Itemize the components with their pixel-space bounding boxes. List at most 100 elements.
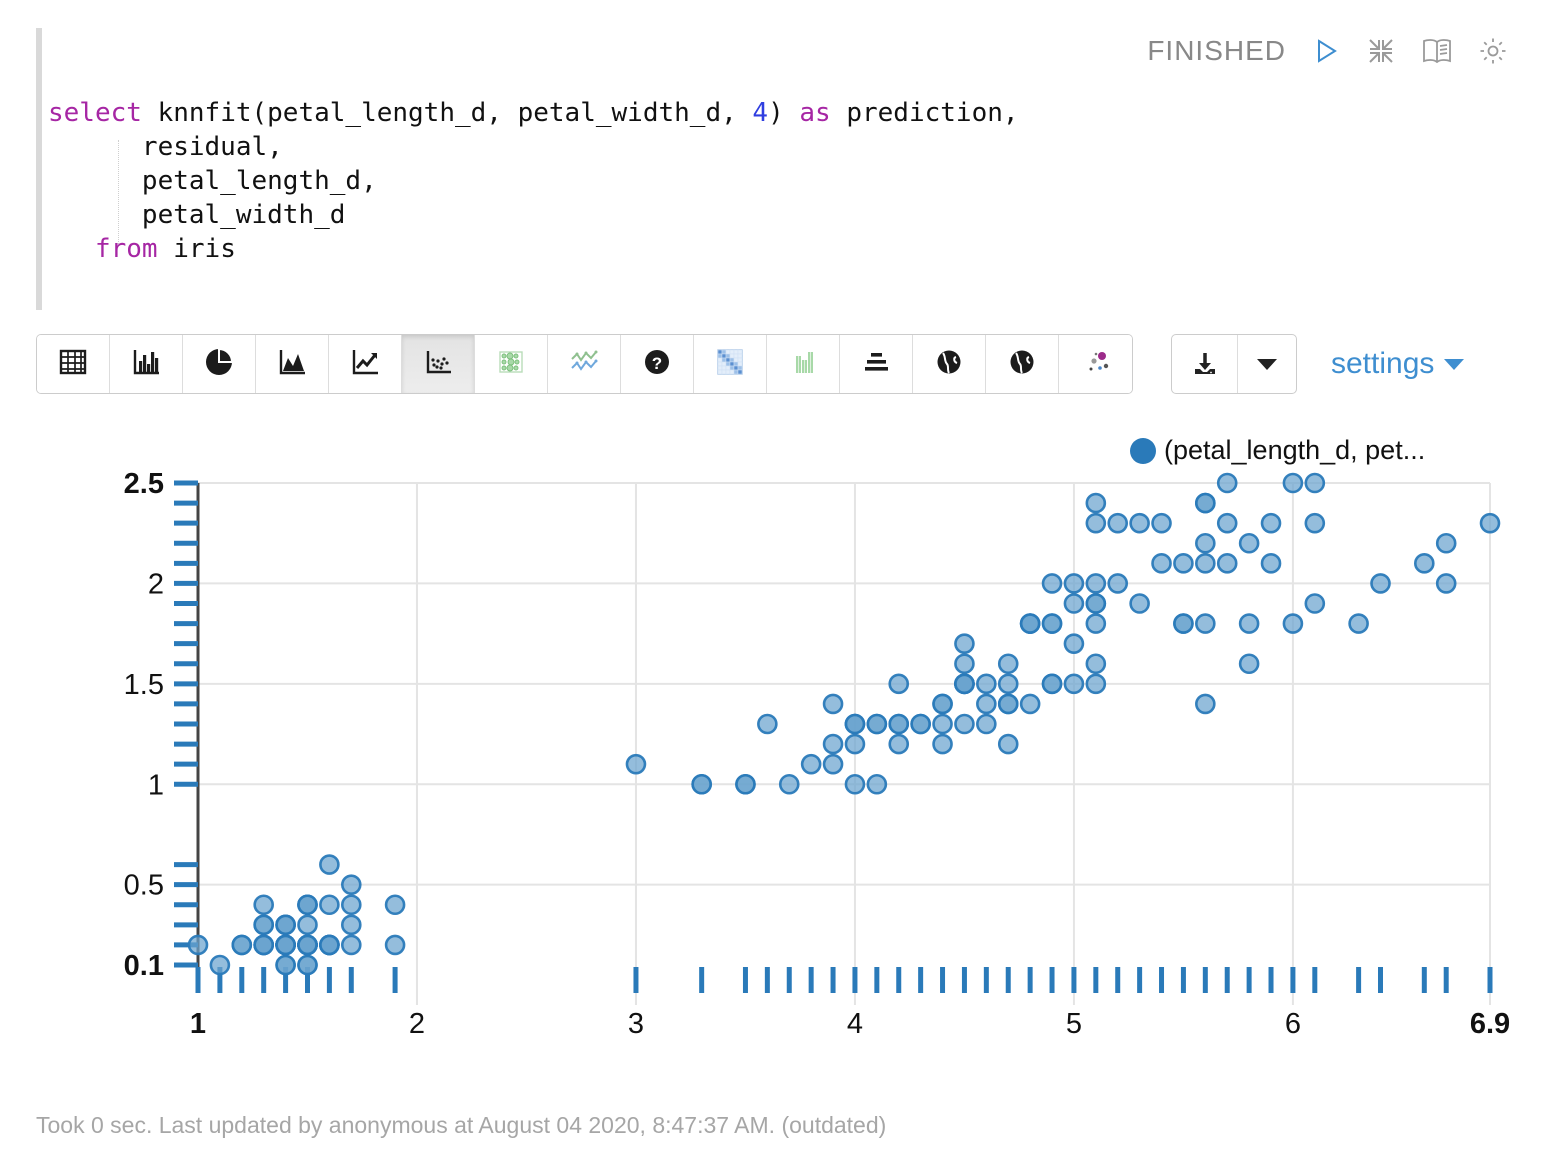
scatter-point[interactable] xyxy=(955,675,973,693)
scatter-point[interactable] xyxy=(1174,554,1192,572)
scatter-point[interactable] xyxy=(1021,695,1039,713)
scatter-point[interactable] xyxy=(1153,554,1171,572)
scatter-plot[interactable]: 0.10.511.522.51234566.9 xyxy=(0,415,1550,1035)
scatter-point[interactable] xyxy=(999,655,1017,673)
horizontal-bars-button[interactable] xyxy=(840,335,913,393)
scatter-point[interactable] xyxy=(1262,514,1280,532)
download-caret-button[interactable] xyxy=(1238,335,1296,393)
help-button[interactable]: ? xyxy=(621,335,694,393)
scatter-point[interactable] xyxy=(890,715,908,733)
gear-icon[interactable] xyxy=(1476,34,1510,68)
scatter-point[interactable] xyxy=(977,715,995,733)
scatter-point[interactable] xyxy=(1240,615,1258,633)
scatter-point[interactable] xyxy=(298,956,316,974)
scatter-point[interactable] xyxy=(342,876,360,894)
scatter-point[interactable] xyxy=(1043,675,1061,693)
scatter-point[interactable] xyxy=(1043,574,1061,592)
scatter-point[interactable] xyxy=(1065,675,1083,693)
scatter-point[interactable] xyxy=(758,715,776,733)
book-icon[interactable] xyxy=(1420,34,1454,68)
bubble-chart-button[interactable] xyxy=(1059,335,1132,393)
scatter-point[interactable] xyxy=(255,896,273,914)
scatter-point[interactable] xyxy=(1218,554,1236,572)
scatter-point[interactable] xyxy=(912,715,930,733)
sparkline-button[interactable] xyxy=(548,335,621,393)
scatter-point[interactable] xyxy=(298,896,316,914)
scatter-point[interactable] xyxy=(1218,514,1236,532)
heatmap-button[interactable] xyxy=(694,335,767,393)
scatter-point[interactable] xyxy=(1372,574,1390,592)
scatter-point[interactable] xyxy=(1196,554,1214,572)
scatter-point[interactable] xyxy=(1306,514,1324,532)
scatter-point[interactable] xyxy=(1131,514,1149,532)
globe-button[interactable] xyxy=(913,335,986,393)
scatter-point[interactable] xyxy=(1021,615,1039,633)
scatter-point[interactable] xyxy=(1087,615,1105,633)
scatter-point[interactable] xyxy=(1350,615,1368,633)
scatter-point[interactable] xyxy=(1240,534,1258,552)
scatter-point[interactable] xyxy=(934,695,952,713)
scatter-point[interactable] xyxy=(693,775,711,793)
bar-chart-button[interactable] xyxy=(110,335,183,393)
area-chart-button[interactable] xyxy=(256,335,329,393)
column-chart-button[interactable] xyxy=(767,335,840,393)
scatter-point[interactable] xyxy=(1437,534,1455,552)
scatter-point[interactable] xyxy=(1284,474,1302,492)
scatter-point[interactable] xyxy=(1481,514,1499,532)
scatter-point[interactable] xyxy=(868,715,886,733)
scatter-point[interactable] xyxy=(1196,494,1214,512)
scatter-point[interactable] xyxy=(780,775,798,793)
scatter-point[interactable] xyxy=(1240,655,1258,673)
download-button[interactable] xyxy=(1172,335,1238,393)
sql-code[interactable]: select knnfit(petal_length_d, petal_widt… xyxy=(48,96,1019,266)
scatter-point[interactable] xyxy=(1437,574,1455,592)
scatter-point[interactable] xyxy=(1087,494,1105,512)
scatter-point[interactable] xyxy=(386,896,404,914)
scatter-point[interactable] xyxy=(298,936,316,954)
scatter-point[interactable] xyxy=(846,735,864,753)
scatter-point[interactable] xyxy=(1109,514,1127,532)
scatter-point[interactable] xyxy=(955,635,973,653)
scatter-point[interactable] xyxy=(846,715,864,733)
scatter-point[interactable] xyxy=(386,936,404,954)
scatter-point[interactable] xyxy=(1109,574,1127,592)
scatter-point[interactable] xyxy=(890,735,908,753)
scatter-point[interactable] xyxy=(277,916,295,934)
scatter-point[interactable] xyxy=(1262,554,1280,572)
scatter-point[interactable] xyxy=(1065,574,1083,592)
scatter-point[interactable] xyxy=(320,856,338,874)
scatter-point[interactable] xyxy=(736,775,754,793)
scatter-point[interactable] xyxy=(255,936,273,954)
scatter-point[interactable] xyxy=(233,936,251,954)
scatter-point[interactable] xyxy=(627,755,645,773)
scatter-point[interactable] xyxy=(320,896,338,914)
scatter-point[interactable] xyxy=(1218,474,1236,492)
pie-chart-button[interactable] xyxy=(183,335,256,393)
scatter-point[interactable] xyxy=(824,695,842,713)
scatter-point[interactable] xyxy=(298,916,316,934)
scatter-point[interactable] xyxy=(1306,595,1324,613)
scatter-point[interactable] xyxy=(1087,574,1105,592)
line-chart-button[interactable] xyxy=(329,335,402,393)
scatter-point[interactable] xyxy=(277,936,295,954)
scatter-point[interactable] xyxy=(890,675,908,693)
collapse-icon[interactable] xyxy=(1364,34,1398,68)
scatter-point[interactable] xyxy=(342,916,360,934)
scatter-point[interactable] xyxy=(1065,635,1083,653)
settings-link[interactable]: settings xyxy=(1331,347,1464,381)
scatter-point[interactable] xyxy=(1087,675,1105,693)
scatter-point[interactable] xyxy=(255,916,273,934)
scatter-point[interactable] xyxy=(320,936,338,954)
scatter-point[interactable] xyxy=(211,956,229,974)
scatter-point[interactable] xyxy=(955,715,973,733)
scatter-point[interactable] xyxy=(824,735,842,753)
scatter-point[interactable] xyxy=(977,695,995,713)
scatter-point[interactable] xyxy=(934,715,952,733)
scatter-point[interactable] xyxy=(846,775,864,793)
scatter-point[interactable] xyxy=(1196,695,1214,713)
scatter-point[interactable] xyxy=(868,775,886,793)
scatter-point[interactable] xyxy=(189,936,207,954)
scatter-point[interactable] xyxy=(1153,514,1171,532)
globe-alt-button[interactable] xyxy=(986,335,1059,393)
scatter-point[interactable] xyxy=(1196,534,1214,552)
